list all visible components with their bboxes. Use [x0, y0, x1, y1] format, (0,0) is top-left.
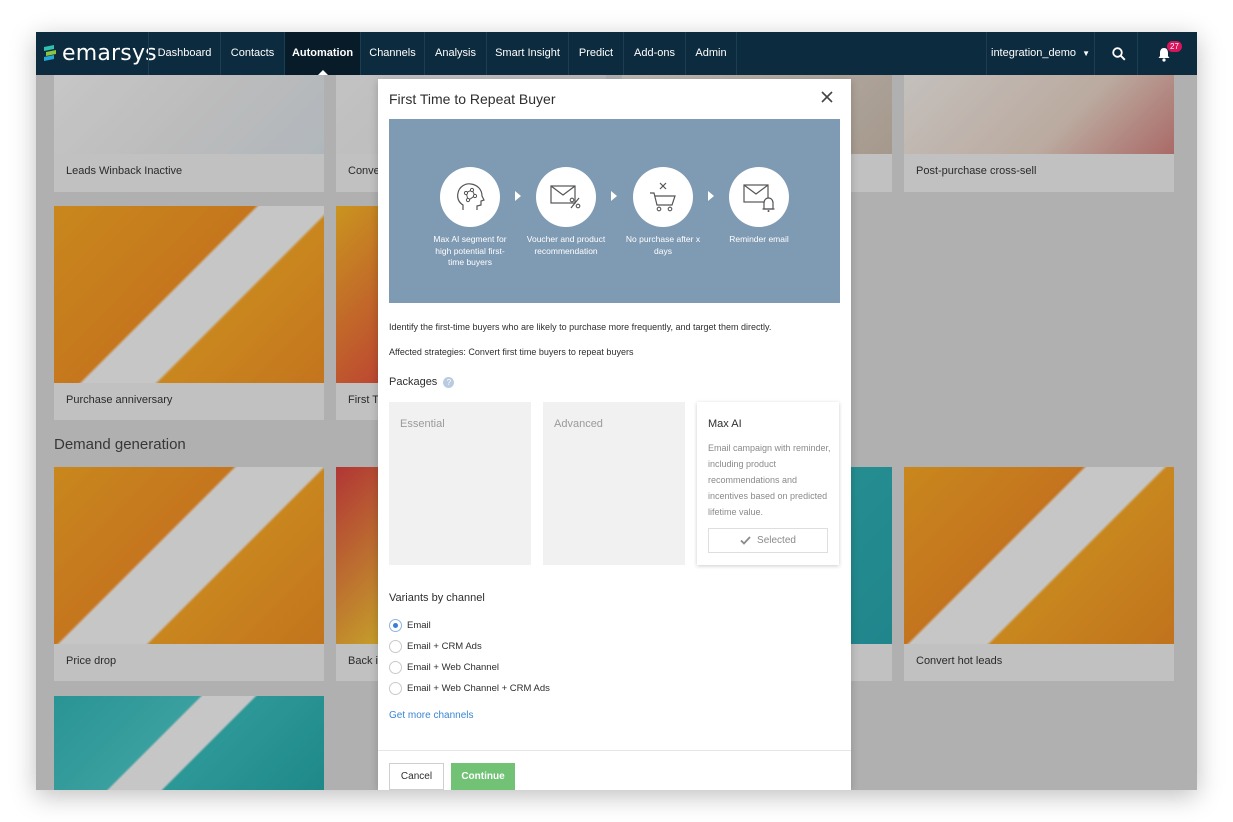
step-circle	[729, 167, 789, 227]
nav-contacts[interactable]: Contacts	[220, 32, 284, 75]
packages-label: Packages	[389, 376, 438, 388]
variant-email-crm-ads[interactable]: Email + CRM Ads	[389, 640, 482, 653]
variant-email[interactable]: Email	[389, 619, 431, 632]
nav-predict[interactable]: Predict	[568, 32, 623, 75]
program-description: Identify the first-time buyers who are l…	[389, 322, 772, 332]
radio-button[interactable]	[389, 682, 402, 695]
step-label: Max AI segment for high potential first-…	[433, 234, 507, 267]
variant-email-web-channel-crm-ads[interactable]: Email + Web Channel + CRM Ads	[389, 682, 550, 695]
flow-step: Max AI segment for high potential first-…	[430, 167, 510, 269]
brand-logo[interactable]: emarsys	[42, 40, 157, 66]
search-icon	[1112, 47, 1126, 61]
brand-name: emarsys	[62, 40, 157, 66]
close-icon	[821, 91, 833, 103]
top-navigation: emarsys Dashboard Contacts Automation Ch…	[36, 32, 1197, 75]
cancel-button[interactable]: Cancel	[389, 763, 444, 790]
app-window: emarsys Dashboard Contacts Automation Ch…	[36, 32, 1197, 790]
nav-automation[interactable]: Automation	[284, 32, 360, 75]
step-label: No purchase after x days	[625, 234, 701, 256]
chevron-down-icon: ▼	[1082, 49, 1090, 58]
program-flow-banner: Max AI segment for high potential first-…	[389, 119, 840, 303]
package-title: Advanced	[554, 418, 603, 430]
ai-head-icon	[457, 183, 485, 210]
step-label: Voucher and product recommendation	[526, 234, 606, 256]
variant-label: Email + Web Channel + CRM Ads	[407, 683, 550, 694]
search-button[interactable]	[1100, 32, 1138, 75]
radio-button[interactable]	[389, 661, 402, 674]
variant-label: Email + CRM Ads	[407, 641, 482, 652]
get-more-channels-link[interactable]: Get more channels	[389, 710, 474, 721]
variant-label: Email + Web Channel	[407, 662, 499, 673]
flow-arrow-icon	[611, 191, 617, 201]
package-description: Email campaign with reminder, including …	[708, 443, 831, 517]
modal-title: First Time to Repeat Buyer	[389, 91, 556, 107]
cart-no-purchase-icon	[650, 182, 676, 212]
package-essential[interactable]: Essential	[389, 402, 531, 565]
flow-arrow-icon	[708, 191, 714, 201]
package-title: Max AI	[708, 418, 742, 430]
variant-email-web-channel[interactable]: Email + Web Channel	[389, 661, 499, 674]
flow-step: Voucher and product recommendation	[526, 167, 606, 257]
reminder-email-icon	[743, 184, 775, 212]
flow-step: No purchase after x days	[623, 167, 703, 257]
help-icon[interactable]: ?	[443, 376, 455, 388]
package-advanced[interactable]: Advanced	[543, 402, 685, 565]
step-circle	[440, 167, 500, 227]
step-circle	[633, 167, 693, 227]
affected-strategies: Affected strategies: Convert first time …	[389, 347, 634, 357]
continue-button[interactable]: Continue	[451, 763, 515, 790]
selected-button[interactable]: Selected	[708, 528, 828, 553]
notification-count-badge: 27	[1167, 41, 1182, 52]
step-label: Reminder email	[729, 234, 789, 244]
checkmark-icon	[740, 536, 751, 545]
nav-channels[interactable]: Channels	[360, 32, 424, 75]
footer-divider	[378, 750, 851, 751]
flow-arrow-icon	[515, 191, 521, 201]
user-menu[interactable]: integration_demo ▼	[986, 32, 1095, 75]
variants-heading: Variants by channel	[389, 592, 485, 604]
step-circle	[536, 167, 596, 227]
notifications-button[interactable]: 27	[1144, 32, 1184, 75]
nav-analysis[interactable]: Analysis	[424, 32, 486, 75]
package-title: Essential	[400, 418, 445, 430]
radio-button[interactable]	[389, 640, 402, 653]
emarsys-logo-icon	[44, 45, 56, 61]
selected-label: Selected	[757, 535, 796, 546]
variant-label: Email	[407, 620, 431, 631]
user-name: integration_demo	[991, 47, 1077, 59]
packages-heading: Packages ?	[389, 376, 455, 388]
close-button[interactable]	[820, 90, 836, 106]
voucher-envelope-icon	[550, 185, 581, 209]
flow-step: Reminder email	[719, 167, 799, 246]
nav-admin[interactable]: Admin	[685, 32, 737, 75]
nav-add-ons[interactable]: Add-ons	[623, 32, 685, 75]
radio-button[interactable]	[389, 619, 402, 632]
nav-dashboard[interactable]: Dashboard	[148, 32, 220, 75]
program-modal: First Time to Repeat Buyer Max AI segmen…	[378, 79, 851, 790]
package-max-ai[interactable]: Max AI Email campaign with reminder, inc…	[697, 402, 839, 565]
nav-smart-insight[interactable]: Smart Insight	[486, 32, 568, 75]
